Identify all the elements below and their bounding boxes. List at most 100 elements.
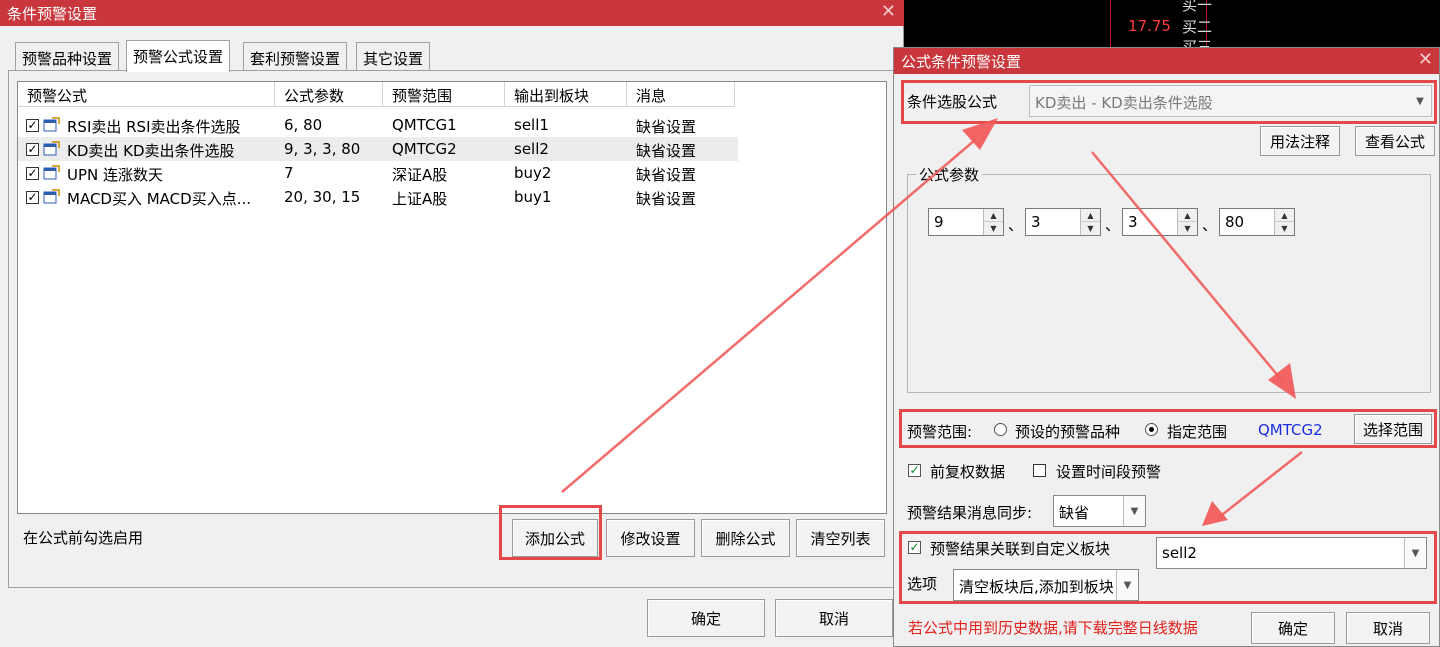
delete-formula-button[interactable]: 删除公式 xyxy=(701,519,790,557)
stepper-arrows[interactable]: ▲ ▼ xyxy=(983,209,1003,235)
link-block-label[interactable]: 预警结果关联到自定义板块 xyxy=(930,538,1110,559)
row-range: 上证A股 xyxy=(392,190,448,208)
chevron-down-icon[interactable]: ▼ xyxy=(1404,538,1426,568)
formula-icon xyxy=(43,189,60,204)
bid-label-1: 买一 xyxy=(1182,0,1213,14)
adjusted-label[interactable]: 前复权数据 xyxy=(930,461,1005,482)
ok-button[interactable]: 确定 xyxy=(1251,612,1335,644)
dialog-title: 公式条件预警设置 xyxy=(901,53,1022,71)
enable-checkbox[interactable]: ✓ xyxy=(26,167,39,180)
stepper-arrows[interactable]: ▲ ▼ xyxy=(1080,209,1100,235)
arrow-down-icon[interactable]: ▼ xyxy=(1275,222,1294,235)
bid-label-3: 买三 xyxy=(1182,38,1213,47)
enable-checkbox[interactable]: ✓ xyxy=(26,119,39,132)
row-block: sell1 xyxy=(514,116,549,134)
row-formula: KD卖出 KD卖出条件选股 xyxy=(67,142,235,160)
chart-divider xyxy=(1110,0,1111,47)
price-label: 17.75 xyxy=(1128,17,1171,35)
param-separator: 、 xyxy=(1008,216,1024,234)
tab-alert-instruments[interactable]: 预警品种设置 xyxy=(15,42,120,70)
timeslot-label[interactable]: 设置时间段预警 xyxy=(1056,461,1161,482)
enable-hint: 在公式前勾选启用 xyxy=(23,529,144,547)
formula-select[interactable]: KD卖出 - KD卖出条件选股 ▼ xyxy=(1029,85,1432,117)
table-row[interactable]: ✓ UPN 连涨数天 7 深证A股 buy2 缺省设置 xyxy=(18,161,738,185)
row-params: 7 xyxy=(284,164,294,182)
adjusted-checkbox[interactable]: ✓ xyxy=(908,464,921,477)
row-params: 9, 3, 3, 80 xyxy=(284,140,361,158)
arrow-up-icon[interactable]: ▲ xyxy=(1178,209,1197,222)
option-value: 清空板块后,添加到板块 xyxy=(959,578,1114,596)
formula-list[interactable]: 预警公式 公式参数 预警范围 输出到板块 消息 ✓ RSI卖出 RSI卖出条件选… xyxy=(17,81,887,514)
range-radio-preset[interactable] xyxy=(994,423,1007,436)
column-header-params[interactable]: 公式参数 xyxy=(275,82,383,107)
usage-notes-button[interactable]: 用法注释 xyxy=(1260,126,1340,156)
arrow-down-icon[interactable]: ▼ xyxy=(1178,222,1197,235)
range-value-link[interactable]: QMTCG2 xyxy=(1258,421,1323,439)
stepper-arrows[interactable]: ▲ ▼ xyxy=(1177,209,1197,235)
table-row[interactable]: ✓ MACD买入 MACD买入点... 20, 30, 15 上证A股 buy1… xyxy=(18,185,738,209)
params-group xyxy=(907,174,1431,393)
row-block: buy1 xyxy=(514,188,552,206)
row-message: 缺省设置 xyxy=(636,190,697,208)
tab-other-settings[interactable]: 其它设置 xyxy=(356,42,431,70)
option-label: 选项 xyxy=(907,575,938,593)
ok-button[interactable]: 确定 xyxy=(647,599,765,637)
stepper-arrows[interactable]: ▲ ▼ xyxy=(1274,209,1294,235)
chevron-down-icon[interactable]: ▼ xyxy=(1116,570,1138,600)
arrow-down-icon[interactable]: ▼ xyxy=(1081,222,1100,235)
enable-checkbox[interactable]: ✓ xyxy=(26,191,39,204)
tab-panel: 预警公式 公式参数 预警范围 输出到板块 消息 ✓ RSI卖出 RSI卖出条件选… xyxy=(8,70,898,588)
row-formula: MACD买入 MACD买入点... xyxy=(67,190,251,208)
tab-alert-formula[interactable]: 预警公式设置 xyxy=(126,40,231,72)
range-option-preset[interactable]: 预设的预警品种 xyxy=(1015,421,1120,442)
view-formula-button[interactable]: 查看公式 xyxy=(1355,126,1435,156)
arrow-down-icon[interactable]: ▼ xyxy=(984,222,1003,235)
timeslot-checkbox[interactable] xyxy=(1033,464,1046,477)
choose-range-button[interactable]: 选择范围 xyxy=(1354,414,1432,444)
close-icon[interactable]: ✕ xyxy=(1418,49,1433,70)
row-message: 缺省设置 xyxy=(636,166,697,184)
param-stepper-2[interactable]: 3 ▲ ▼ xyxy=(1025,208,1101,236)
column-header-formula[interactable]: 预警公式 xyxy=(18,82,275,107)
range-option-custom[interactable]: 指定范围 xyxy=(1167,421,1227,442)
option-select[interactable]: 清空板块后,添加到板块 ▼ xyxy=(953,569,1139,601)
row-message: 缺省设置 xyxy=(636,142,697,160)
enable-checkbox[interactable]: ✓ xyxy=(26,143,39,156)
chevron-down-icon[interactable]: ▼ xyxy=(1409,86,1431,116)
formula-label: 条件选股公式 xyxy=(907,93,998,111)
cancel-button[interactable]: 取消 xyxy=(1346,612,1430,644)
row-params: 20, 30, 15 xyxy=(284,188,361,206)
formula-icon xyxy=(43,165,60,180)
arrow-up-icon[interactable]: ▲ xyxy=(984,209,1003,222)
cancel-button[interactable]: 取消 xyxy=(775,599,893,637)
close-icon[interactable]: ✕ xyxy=(881,1,896,22)
link-block-select[interactable]: sell2 ▼ xyxy=(1156,537,1427,569)
table-row-selected[interactable]: ✓ KD卖出 KD卖出条件选股 9, 3, 3, 80 QMTCG2 sell2… xyxy=(18,137,738,161)
param-value: 80 xyxy=(1225,213,1245,231)
param-stepper-3[interactable]: 3 ▲ ▼ xyxy=(1122,208,1198,236)
add-formula-button[interactable]: 添加公式 xyxy=(512,519,598,557)
link-block-value: sell2 xyxy=(1162,544,1197,562)
modify-settings-button[interactable]: 修改设置 xyxy=(606,519,695,557)
range-radio-custom[interactable] xyxy=(1145,423,1158,436)
column-header-message[interactable]: 消息 xyxy=(627,82,735,107)
link-block-checkbox[interactable]: ✓ xyxy=(908,541,921,554)
sync-label: 预警结果消息同步: xyxy=(907,504,1033,522)
sync-select[interactable]: 缺省 ▼ xyxy=(1053,495,1146,527)
chevron-down-icon[interactable]: ▼ xyxy=(1123,496,1145,526)
tab-arbitrage-alert[interactable]: 套利预警设置 xyxy=(243,42,348,70)
arrow-up-icon[interactable]: ▲ xyxy=(1081,209,1100,222)
param-stepper-1[interactable]: 9 ▲ ▼ xyxy=(928,208,1004,236)
formula-icon xyxy=(43,117,60,132)
formula-select-value: KD卖出 - KD卖出条件选股 xyxy=(1035,94,1213,112)
param-stepper-4[interactable]: 80 ▲ ▼ xyxy=(1219,208,1295,236)
table-row[interactable]: ✓ RSI卖出 RSI卖出条件选股 6, 80 QMTCG1 sell1 缺省设… xyxy=(18,113,738,137)
row-formula: RSI卖出 RSI卖出条件选股 xyxy=(67,118,241,136)
range-label: 预警范围: xyxy=(907,423,973,441)
arrow-up-icon[interactable]: ▲ xyxy=(1275,209,1294,222)
column-header-range[interactable]: 预警范围 xyxy=(383,82,505,107)
row-formula: UPN 连涨数天 xyxy=(67,166,164,184)
row-params: 6, 80 xyxy=(284,116,323,134)
column-header-block[interactable]: 输出到板块 xyxy=(505,82,627,107)
clear-list-button[interactable]: 清空列表 xyxy=(796,519,885,557)
